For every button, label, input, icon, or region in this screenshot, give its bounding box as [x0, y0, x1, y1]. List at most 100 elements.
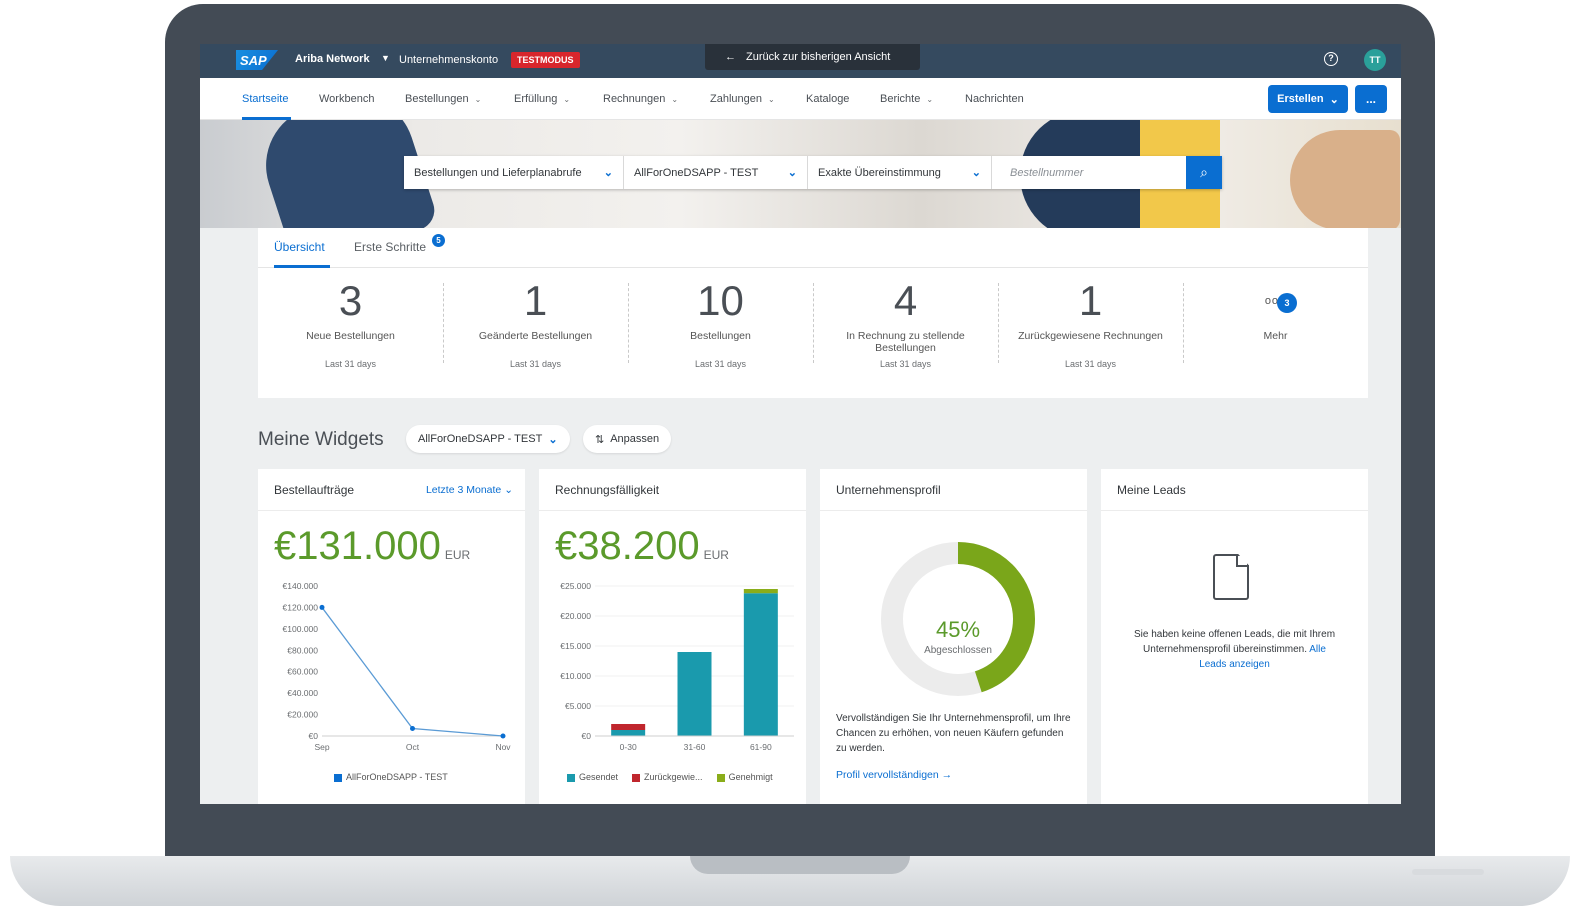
overview-tabs: Übersicht Erste Schritte 5: [258, 228, 1368, 268]
laptop-trackpad-mark: [1412, 869, 1484, 875]
shell-bar: SAP Ariba Network ▼ Unternehmenskonto TE…: [200, 44, 1401, 78]
customer-select[interactable]: AllForOneDSAPP - TEST ⌄: [624, 156, 808, 189]
legend-item: Genehmigt: [716, 772, 773, 782]
help-icon[interactable]: ?: [1324, 52, 1338, 66]
chevron-down-icon: ⌄: [603, 167, 613, 179]
arrow-right-icon: →: [941, 769, 953, 781]
card-header: Rechnungsfälligkeit: [539, 469, 806, 511]
kpi-value: 10: [697, 277, 744, 324]
nav-label: Bestellungen: [405, 93, 469, 105]
kpi-more[interactable]: ooo 3 Mehr: [1183, 278, 1368, 356]
y-tick-label: €0: [309, 731, 319, 741]
customize-widgets-button[interactable]: ⇅ Anpassen: [583, 425, 672, 453]
invoice-due-widget: Rechnungsfälligkeit €38.200 EUR €25.000 €2…: [539, 469, 806, 804]
tab-getting-started[interactable]: Erste Schritte: [354, 240, 426, 254]
document-type-select[interactable]: Bestellungen und Lieferplanabrufe ⌄: [404, 156, 624, 189]
y-tick-label: €140.000: [283, 581, 319, 591]
widgets-title: Meine Widgets: [258, 429, 384, 450]
chevron-down-icon: ⌄: [971, 167, 981, 179]
kpi-value: 3: [338, 277, 363, 324]
x-tick-label: 61-90: [750, 742, 772, 752]
legend-swatch: [334, 773, 342, 782]
nav-nachrichten[interactable]: Nachrichten: [965, 93, 1024, 105]
card-header: Meine Leads: [1101, 469, 1368, 511]
legend-swatch: [716, 773, 725, 782]
hero-banner: Bestellungen und Lieferplanabrufe ⌄ AllF…: [200, 120, 1401, 228]
kpi-new-orders[interactable]: 3 Neue Bestellungen Last 31 days: [258, 277, 443, 370]
y-tick-label: €60.000: [287, 667, 318, 677]
kpi-changed-orders[interactable]: 1 Geänderte Bestellungen Last 31 days: [443, 278, 628, 370]
tab-overview[interactable]: Übersicht: [274, 240, 325, 254]
nav-zahlungen[interactable]: Zahlungen ⌄: [710, 93, 775, 105]
profile-percent-label: Abgeschlossen: [924, 645, 992, 656]
nav-kataloge[interactable]: Kataloge: [806, 93, 849, 105]
search-input[interactable]: [992, 156, 1186, 189]
orders-line-chart: €140.000 €120.000 €100.000 €80.000 €60.000 €4…: [283, 581, 512, 752]
customer-value: AllForOneDSAPP - TEST: [634, 166, 759, 179]
test-mode-badge: TESTMODUS: [511, 52, 580, 68]
legend-item: Zurückgewie...: [632, 772, 703, 782]
kpi-label: Bestellungen: [690, 330, 751, 342]
profile-description: Vervollständigen Sie Ihr Unternehmenspro…: [836, 713, 1071, 754]
y-tick-label: €40.000: [287, 688, 318, 698]
match-type-value: Exakte Übereinstimmung: [818, 166, 941, 179]
chevron-down-icon: ⌄: [768, 95, 775, 104]
account-type: Unternehmenskonto: [399, 54, 499, 66]
kpi-period: Last 31 days: [1064, 359, 1117, 369]
sap-logo[interactable]: SAP: [236, 50, 278, 70]
y-tick-label: €25.000: [560, 581, 591, 591]
avatar[interactable]: TT: [1364, 49, 1386, 71]
kpi-rejected-invoices[interactable]: 1 Zurückgewiesene Rechnungen Last 31 day…: [998, 277, 1183, 370]
bar-segment: [677, 652, 712, 736]
data-point: [500, 733, 506, 739]
legend-label: Genehmigt: [728, 772, 773, 782]
invoice-amount: €38.200 EUR: [555, 524, 729, 569]
y-tick-label: €120.000: [283, 602, 319, 612]
document-fold-icon: [1236, 554, 1249, 567]
chevron-down-icon[interactable]: ▼: [381, 53, 390, 63]
overview-card: Übersicht Erste Schritte 5 3 Neue Bestel…: [258, 228, 1368, 398]
arrow-left-icon: ←: [725, 51, 736, 63]
card-title: Rechnungsfälligkeit: [555, 483, 660, 497]
more-badge: 3: [1277, 293, 1297, 313]
more-actions-button[interactable]: ...: [1355, 85, 1387, 113]
create-button[interactable]: Erstellen ⌄: [1268, 85, 1348, 113]
kpi-value: 1: [1078, 277, 1103, 324]
chevron-down-icon: ⌄: [787, 167, 797, 179]
search-button[interactable]: ⌕: [1186, 156, 1222, 189]
main-nav: Startseite Workbench Bestellungen ⌄ Erfül…: [200, 78, 1401, 120]
match-type-select[interactable]: Exakte Übereinstimmung ⌄: [808, 156, 992, 189]
amount-value: €38.200: [555, 524, 700, 568]
nav-startseite[interactable]: Startseite: [242, 93, 288, 105]
widgets-customer-filter[interactable]: AllForOneDSAPP - TEST ⌄: [406, 425, 570, 453]
back-to-classic-view-button[interactable]: ← Zurück zur bisherigen Ansicht: [705, 44, 920, 70]
kpi-label: In Rechnung zu stellende Bestellungen: [846, 330, 965, 354]
product-name[interactable]: Ariba Network: [295, 53, 370, 65]
active-tab-indicator: [274, 265, 330, 268]
x-tick-label: Sep: [314, 742, 329, 752]
period-select[interactable]: Letzte 3 Monate ⌄: [426, 484, 513, 496]
laptop-notch: [690, 856, 910, 874]
orders-amount: €131.000 EUR: [274, 524, 470, 569]
company-profile-widget: Unternehmensprofil 45% Abgeschlossen Ver…: [820, 469, 1087, 804]
nav-berichte[interactable]: Berichte ⌄: [880, 93, 933, 105]
screen: SAP Ariba Network ▼ Unternehmenskonto TE…: [200, 44, 1401, 804]
y-tick-label: €80.000: [287, 645, 318, 655]
kpi-period: Last 31 days: [694, 359, 747, 369]
more-dots-icon: ooo: [1264, 295, 1287, 307]
complete-profile-link[interactable]: Profil vervollständigen →: [836, 769, 952, 781]
hero-chair-shape: [1290, 130, 1400, 228]
kpi-value: 4: [893, 277, 918, 324]
x-tick-label: Nov: [495, 742, 511, 752]
nav-workbench[interactable]: Workbench: [319, 93, 374, 105]
series-line: [321, 607, 504, 737]
nav-erfuellung[interactable]: Erfüllung ⌄: [514, 93, 570, 105]
chevron-down-icon: ⌄: [926, 95, 934, 104]
bar-segment: [611, 724, 646, 730]
nav-rechnungen[interactable]: Rechnungen ⌄: [603, 93, 678, 105]
x-tick-label: 0-30: [620, 742, 637, 752]
bar-segment: [743, 593, 778, 736]
kpi-orders[interactable]: 10 Bestellungen Last 31 days: [628, 277, 813, 370]
nav-bestellungen[interactable]: Bestellungen ⌄: [405, 93, 481, 105]
kpi-orders-to-invoice[interactable]: 4 In Rechnung zu stellende Bestellungen …: [813, 277, 998, 370]
